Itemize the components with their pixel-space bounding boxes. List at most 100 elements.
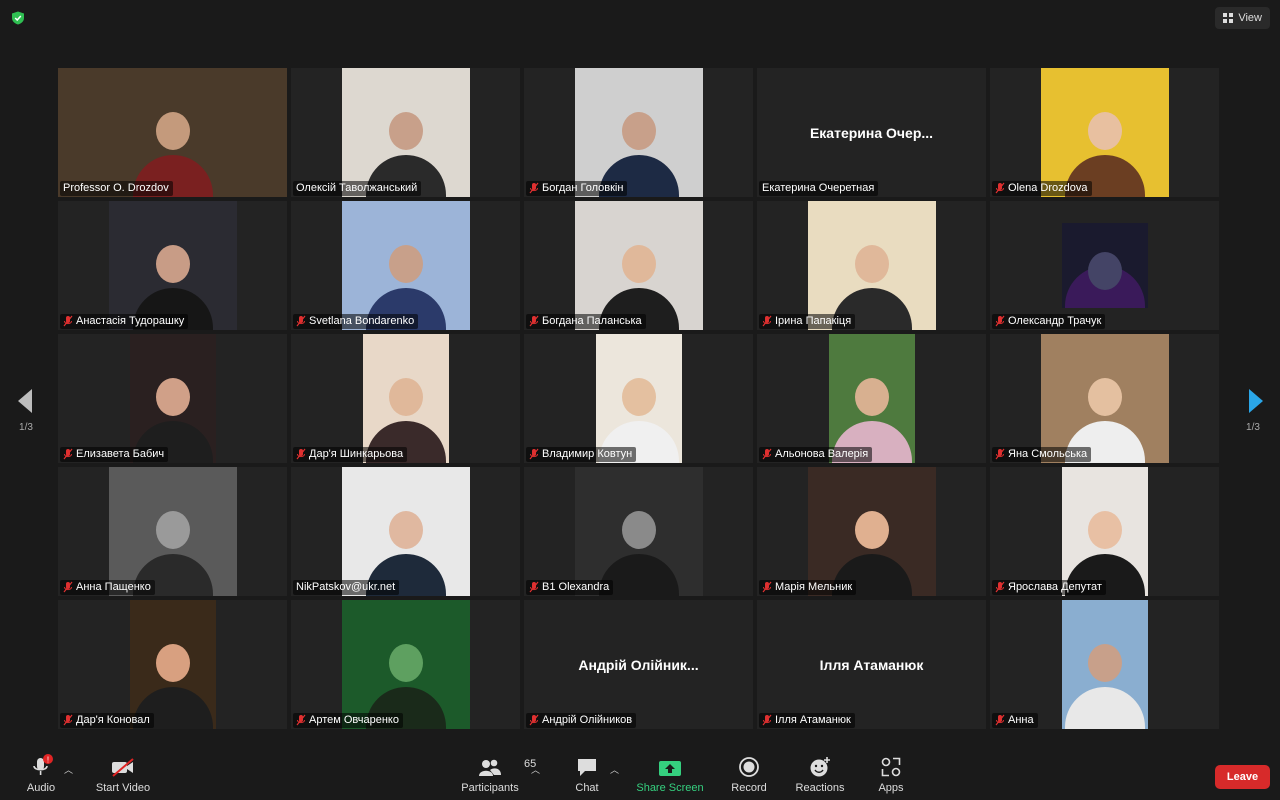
participant-name: Ілля Атаманюк [775, 714, 851, 726]
participants-label: Participants [461, 782, 519, 794]
muted-mic-icon [762, 714, 772, 726]
participant-name-tag: Ярослава Депутат [992, 580, 1106, 595]
muted-mic-icon [529, 581, 539, 593]
apps-label: Apps [878, 782, 904, 794]
participant-tile[interactable]: Артем Овчаренко [291, 600, 520, 729]
participant-video [1061, 467, 1148, 596]
participant-name: Артем Овчаренко [309, 714, 399, 726]
start-video-button[interactable]: Start Video [92, 750, 154, 800]
person-silhouette-head [388, 244, 423, 283]
participant-tile[interactable]: Екатерина Очер... Екатерина Очеретная [757, 68, 986, 197]
participant-video [341, 467, 470, 596]
chat-options-caret[interactable]: ︿ [610, 763, 619, 776]
share-screen-button[interactable]: Share Screen [636, 750, 704, 800]
participant-name-tag: Елизавета Бабич [60, 447, 169, 462]
page-indicator-left: 1/3 [19, 422, 33, 433]
participant-tile[interactable]: Анастасія Тудорашку [58, 201, 287, 330]
share-screen-icon [659, 761, 681, 776]
record-label: Record [731, 782, 767, 794]
participants-options-caret[interactable]: ︿ [531, 763, 540, 776]
participant-video [129, 334, 216, 463]
participant-video [108, 201, 237, 330]
view-button[interactable]: View [1215, 7, 1270, 29]
muted-mic-icon [296, 448, 306, 460]
participant-name-tag: NikPatskov@ukr.net [293, 580, 400, 595]
participant-tile[interactable]: Svetlana Bondarenko [291, 201, 520, 330]
participant-tile[interactable]: Елизавета Бабич [58, 334, 287, 463]
participant-video [341, 201, 470, 330]
record-button[interactable]: Record [727, 750, 771, 800]
participant-tile[interactable]: B1 Olexandra [524, 467, 753, 596]
top-bar: View [0, 0, 1280, 36]
participant-name-tag: Олександр Трачук [992, 314, 1106, 329]
person-silhouette-head [388, 111, 423, 150]
participant-name: Богдана Паланська [542, 315, 642, 327]
audio-button[interactable]: ! Audio [22, 750, 60, 800]
participant-name-tag: B1 Olexandra [526, 580, 614, 595]
reactions-button[interactable]: Reactions [795, 750, 845, 800]
audio-options-caret[interactable]: ︿ [64, 763, 73, 776]
participant-tile[interactable]: Ярослава Депутат [990, 467, 1219, 596]
muted-mic-icon [762, 315, 772, 327]
participant-tile[interactable]: Марія Мельник [757, 467, 986, 596]
leave-button[interactable]: Leave [1215, 765, 1270, 789]
muted-mic-icon [296, 315, 306, 327]
participant-name-tag: Яна Смольська [992, 447, 1092, 462]
participant-tile[interactable]: Яна Смольська [990, 334, 1219, 463]
person-silhouette-head [621, 244, 656, 283]
muted-mic-icon [63, 714, 73, 726]
participant-tile[interactable]: Богдан Головкін [524, 68, 753, 197]
participant-name-tag: Марія Мельник [759, 580, 857, 595]
participant-tile[interactable]: Ірина Папакіця [757, 201, 986, 330]
security-shield-icon[interactable] [11, 11, 25, 25]
participant-tile[interactable]: Альонова Валерія [757, 334, 986, 463]
participant-name: Svetlana Bondarenko [309, 315, 415, 327]
participant-tile[interactable]: Олександр Трачук [990, 201, 1219, 330]
chat-label: Chat [575, 782, 599, 794]
participant-tile[interactable]: Olena Drozdova [990, 68, 1219, 197]
muted-mic-icon [529, 182, 539, 194]
person-silhouette-body [1064, 687, 1145, 729]
chat-button[interactable]: Chat [568, 750, 606, 800]
muted-mic-icon [995, 315, 1005, 327]
previous-page-arrow-icon[interactable] [16, 388, 36, 414]
participant-tile[interactable]: Ілля Атаманюк Ілля Атаманюк [757, 600, 986, 729]
participant-name: Марія Мельник [775, 581, 853, 593]
participant-tile[interactable]: Дар'я Шинкарьова [291, 334, 520, 463]
muted-mic-icon [529, 714, 539, 726]
participant-video [108, 467, 237, 596]
person-silhouette-head [854, 510, 889, 549]
participant-tile[interactable]: Дар'я Коновал [58, 600, 287, 729]
person-silhouette-head [388, 643, 423, 682]
participant-tile[interactable]: Владимир Ковтун [524, 334, 753, 463]
person-silhouette-head [155, 510, 190, 549]
person-silhouette-head [388, 510, 423, 549]
participant-name: Богдан Головкін [542, 182, 624, 194]
participant-tile[interactable]: Professor O. Drozdov [58, 68, 287, 197]
person-silhouette-head [621, 111, 656, 150]
next-page-arrow-icon[interactable] [1245, 388, 1265, 414]
participant-video [1040, 334, 1169, 463]
participant-name-tag: Артем Овчаренко [293, 713, 403, 728]
participant-tile[interactable]: Богдана Паланська [524, 201, 753, 330]
reactions-label: Reactions [795, 782, 845, 794]
participant-name-tag: Анна [992, 713, 1038, 728]
participant-name: NikPatskov@ukr.net [296, 581, 396, 593]
participant-video [828, 334, 915, 463]
participant-name-tag: Дар'я Шинкарьова [293, 447, 408, 462]
participant-tile[interactable]: Андрій Олійник... Андрій Олійников [524, 600, 753, 729]
participants-button[interactable]: 65 Participants [458, 750, 536, 800]
participant-tile[interactable]: NikPatskov@ukr.net [291, 467, 520, 596]
participant-tile[interactable]: Олексій Таволжанський [291, 68, 520, 197]
participant-tile[interactable]: Анна [990, 600, 1219, 729]
participant-tile[interactable]: Анна Пащенко [58, 467, 287, 596]
participant-video [1061, 600, 1148, 729]
person-silhouette-head [621, 510, 656, 549]
participant-video [574, 201, 703, 330]
participant-name-tag: Анна Пащенко [60, 580, 155, 595]
view-label: View [1238, 12, 1262, 24]
person-silhouette-head [854, 244, 889, 283]
participant-name-tag: Олексій Таволжанський [293, 181, 422, 196]
apps-button[interactable]: Apps [872, 750, 910, 800]
muted-mic-icon [63, 448, 73, 460]
